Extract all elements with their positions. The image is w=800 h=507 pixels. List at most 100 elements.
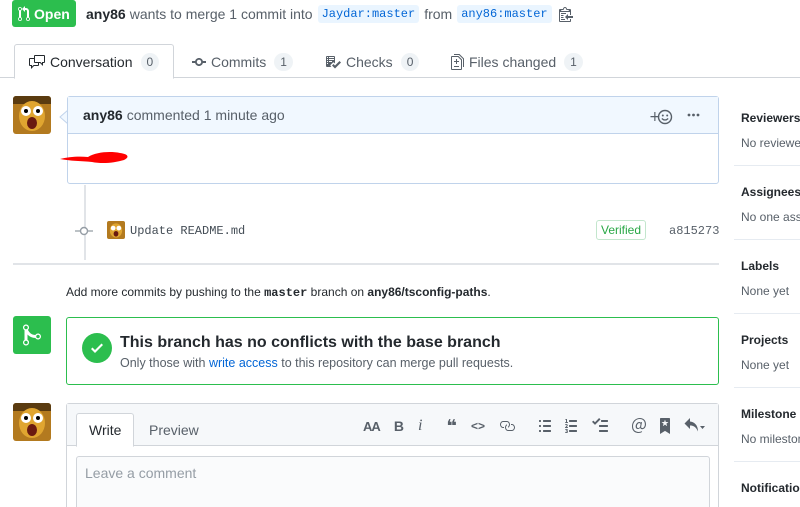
notifications-label: Notifications: [741, 481, 800, 495]
git-commit-icon: [75, 226, 93, 236]
kebab-horizontal-icon: [687, 113, 700, 117]
base-branch[interactable]: Jaydar:master: [317, 5, 420, 23]
list-unordered-icon: [539, 420, 551, 432]
unordered-list-button[interactable]: [539, 418, 551, 434]
git-merge-icon: [23, 324, 41, 346]
checklist-icon: [325, 54, 341, 70]
header-text-button[interactable]: AA: [363, 418, 381, 434]
link-button[interactable]: [499, 418, 515, 434]
code-icon: <>: [470, 419, 485, 433]
mention-button[interactable]: [632, 418, 646, 434]
comment-body: [60, 134, 718, 184]
bold-button[interactable]: B: [394, 418, 404, 434]
comment-box: any86 commented 1 minute ago +: [60, 96, 719, 184]
sidebar-divider: [734, 313, 800, 314]
add-reaction-button[interactable]: +: [649, 109, 673, 125]
merge-text: wants to merge 1 commit into: [129, 6, 313, 22]
preview-tab[interactable]: Preview: [137, 413, 211, 447]
header-text-label: AA: [363, 418, 381, 434]
clipboard-icon[interactable]: [558, 6, 573, 22]
comment-textarea[interactable]: Leave a comment: [76, 456, 710, 507]
quote-button[interactable]: ❝: [446, 415, 457, 436]
avatar[interactable]: [13, 96, 51, 134]
avatar-image: [13, 96, 51, 134]
bold-label: B: [393, 418, 404, 434]
comment-actions: +: [649, 107, 700, 126]
commit-avatar-image: [107, 221, 125, 239]
reply-button[interactable]: [684, 418, 706, 434]
commit-avatar[interactable]: [107, 221, 125, 239]
tab-files-changed[interactable]: Files changed 1: [451, 44, 583, 79]
more-options-button[interactable]: [687, 107, 700, 126]
reply-icon: [684, 418, 705, 432]
push-hint: Add more commits by pushing to the maste…: [66, 285, 491, 300]
labels-label: Labels: [741, 259, 780, 273]
push-hint-suffix: .: [487, 285, 491, 299]
git-commit-icon: [192, 54, 206, 70]
comment-discussion-icon: [29, 54, 45, 70]
markdown-toolbar: AA B i ❝ <>: [349, 415, 706, 436]
projects-label: Projects: [741, 333, 789, 347]
sidebar-divider: [734, 165, 800, 166]
tab-commits-count: 1: [274, 52, 293, 71]
pr-header: Open any86 wants to merge 1 commit into …: [0, 0, 800, 30]
verified-badge[interactable]: Verified: [596, 220, 647, 240]
merge-sub-prefix: Only those with: [120, 356, 206, 370]
smiley-icon: +: [649, 109, 673, 125]
pr-tabs: Conversation 0 Commits 1 Checks 0 Files …: [0, 44, 800, 79]
italic-button[interactable]: i: [417, 417, 423, 434]
state-label: Open: [34, 5, 70, 22]
italic-label: i: [417, 417, 423, 434]
code-button[interactable]: <>: [471, 418, 485, 434]
bookmark-icon: [660, 418, 670, 434]
pr-sidebar: Reviewers No reviewers Assignees No one …: [734, 96, 800, 507]
sidebar-divider: [734, 461, 800, 462]
ordered-list-button[interactable]: [565, 418, 578, 434]
projects-value: None yet: [741, 358, 790, 372]
merge-status-subtitle: Only those with write access to this rep…: [120, 356, 513, 370]
merge-summary: any86 wants to merge 1 commit into Jayda…: [86, 5, 573, 23]
tab-conversation-count: 0: [140, 52, 160, 71]
tab-checks[interactable]: Checks 0: [325, 44, 420, 79]
push-hint-repo: any86/tsconfig-paths: [367, 285, 488, 299]
redaction-scribble: [60, 152, 128, 164]
tab-commits-label: Commits: [211, 53, 267, 70]
tab-conversation[interactable]: Conversation 0: [14, 44, 175, 79]
comment-header: any86 commented 1 minute ago +: [68, 97, 718, 134]
tab-checks-count: 0: [400, 52, 420, 71]
saved-replies-button[interactable]: [660, 418, 670, 434]
pr-author-link[interactable]: any86: [86, 6, 126, 22]
check-icon: [82, 333, 112, 363]
list-ordered-icon: [565, 419, 578, 433]
write-access-link[interactable]: write access: [209, 356, 278, 370]
push-hint-middle: branch on: [310, 285, 365, 299]
write-tab[interactable]: Write: [76, 413, 135, 447]
task-list-button[interactable]: [592, 418, 608, 434]
quote-icon: ❝: [446, 415, 457, 436]
tasklist-icon: [592, 418, 608, 432]
state-badge: Open: [12, 0, 76, 27]
milestone-label: Milestone: [741, 407, 797, 421]
sidebar-divider: [734, 239, 800, 240]
tab-commits[interactable]: Commits 1: [192, 44, 293, 79]
current-user-avatar[interactable]: [13, 403, 51, 441]
merge-sub-suffix: to this repository can merge pull reques…: [281, 356, 514, 370]
push-hint-branch: master: [264, 286, 308, 300]
comment-timestamp[interactable]: commented 1 minute ago: [127, 107, 285, 123]
commit-sha-link[interactable]: a815273: [669, 224, 719, 238]
push-hint-prefix: Add more commits by pushing to the: [66, 285, 261, 299]
tab-checks-label: Checks: [346, 53, 393, 70]
merge-status-title: This branch has no conflicts with the ba…: [120, 334, 501, 351]
head-branch[interactable]: any86:master: [457, 5, 552, 23]
from-text: from: [424, 6, 453, 22]
comment-author[interactable]: any86: [83, 107, 123, 123]
commit-row: Update README.md Verified a815273: [75, 220, 720, 242]
comment-editor: Write Preview AA B i ❝ <> Leave a commen…: [66, 403, 719, 507]
commit-message-link[interactable]: Update README.md: [130, 224, 245, 238]
merge-status-box: This branch has no conflicts with the ba…: [66, 317, 719, 385]
git-pull-request-icon: [18, 5, 30, 21]
reviewers-label: Reviewers: [741, 111, 800, 125]
tab-files-changed-count: 1: [564, 52, 583, 71]
tab-files-changed-label: Files changed: [469, 53, 557, 70]
timeline-divider: [13, 263, 719, 265]
